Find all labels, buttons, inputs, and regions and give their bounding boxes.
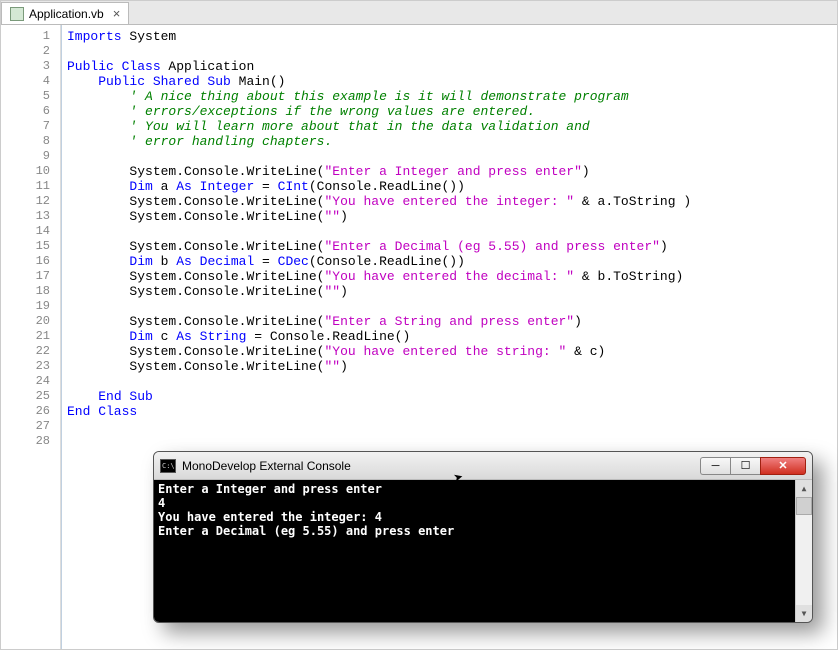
line-number: 20 bbox=[1, 314, 60, 329]
code-line bbox=[67, 419, 837, 434]
code-line: System.Console.WriteLine("") bbox=[67, 209, 837, 224]
line-number: 11 bbox=[1, 179, 60, 194]
line-number: 3 bbox=[1, 59, 60, 74]
line-number: 4 bbox=[1, 74, 60, 89]
line-number: 8 bbox=[1, 134, 60, 149]
console-output[interactable]: Enter a Integer and press enter 4 You ha… bbox=[154, 480, 812, 622]
console-titlebar[interactable]: C:\ MonoDevelop External Console ─ ☐ ✕ bbox=[154, 452, 812, 480]
line-number: 24 bbox=[1, 374, 60, 389]
code-line bbox=[67, 434, 837, 449]
line-number: 6 bbox=[1, 104, 60, 119]
code-line: End Sub bbox=[67, 389, 837, 404]
code-line: System.Console.WriteLine("Enter a Decima… bbox=[67, 239, 837, 254]
vb-file-icon bbox=[10, 7, 24, 21]
code-line: ' error handling chapters. bbox=[67, 134, 837, 149]
code-line: System.Console.WriteLine("You have enter… bbox=[67, 344, 837, 359]
console-line: Enter a Decimal (eg 5.55) and press ente… bbox=[158, 524, 808, 538]
line-number: 15 bbox=[1, 239, 60, 254]
code-line: ' errors/exceptions if the wrong values … bbox=[67, 104, 837, 119]
code-line: System.Console.WriteLine("") bbox=[67, 359, 837, 374]
line-number: 27 bbox=[1, 419, 60, 434]
line-number: 9 bbox=[1, 149, 60, 164]
line-number: 7 bbox=[1, 119, 60, 134]
line-number: 2 bbox=[1, 44, 60, 59]
code-line: Imports System bbox=[67, 29, 837, 44]
console-title: MonoDevelop External Console bbox=[182, 459, 700, 473]
line-number: 17 bbox=[1, 269, 60, 284]
line-number: 19 bbox=[1, 299, 60, 314]
line-number: 22 bbox=[1, 344, 60, 359]
scrollbar[interactable]: ▲ ▼ bbox=[795, 480, 812, 622]
code-line: System.Console.WriteLine("Enter a String… bbox=[67, 314, 837, 329]
line-number: 25 bbox=[1, 389, 60, 404]
code-line: Dim c As String = Console.ReadLine() bbox=[67, 329, 837, 344]
code-line: ' A nice thing about this example is it … bbox=[67, 89, 837, 104]
code-line: System.Console.WriteLine("You have enter… bbox=[67, 194, 837, 209]
window-controls: ─ ☐ ✕ bbox=[700, 457, 806, 475]
code-line: ' You will learn more about that in the … bbox=[67, 119, 837, 134]
line-number: 5 bbox=[1, 89, 60, 104]
tab-bar: Application.vb × bbox=[1, 1, 837, 25]
code-line bbox=[67, 44, 837, 59]
scroll-up-icon[interactable]: ▲ bbox=[796, 480, 812, 497]
line-number: 13 bbox=[1, 209, 60, 224]
scroll-thumb[interactable] bbox=[796, 497, 812, 515]
line-number-gutter: 1 2 3 4 5 6 7 8 9 10 11 12 13 14 15 16 1… bbox=[1, 25, 61, 649]
console-line: Enter a Integer and press enter bbox=[158, 482, 808, 496]
code-line: System.Console.WriteLine("") bbox=[67, 284, 837, 299]
file-tab[interactable]: Application.vb × bbox=[1, 2, 129, 24]
line-number: 10 bbox=[1, 164, 60, 179]
code-line: System.Console.WriteLine("You have enter… bbox=[67, 269, 837, 284]
minimize-button[interactable]: ─ bbox=[700, 457, 730, 475]
code-line: Dim a As Integer = CInt(Console.ReadLine… bbox=[67, 179, 837, 194]
console-line: You have entered the integer: 4 bbox=[158, 510, 808, 524]
line-number: 23 bbox=[1, 359, 60, 374]
line-number: 18 bbox=[1, 284, 60, 299]
code-line: System.Console.WriteLine("Enter a Intege… bbox=[67, 164, 837, 179]
line-number: 14 bbox=[1, 224, 60, 239]
close-icon[interactable]: × bbox=[113, 6, 121, 21]
line-number: 1 bbox=[1, 29, 60, 44]
console-window: C:\ MonoDevelop External Console ─ ☐ ✕ E… bbox=[153, 451, 813, 623]
code-line bbox=[67, 149, 837, 164]
line-number: 21 bbox=[1, 329, 60, 344]
code-line: Dim b As Decimal = CDec(Console.ReadLine… bbox=[67, 254, 837, 269]
code-line bbox=[67, 299, 837, 314]
maximize-button[interactable]: ☐ bbox=[730, 457, 760, 475]
line-number: 26 bbox=[1, 404, 60, 419]
code-line bbox=[67, 374, 837, 389]
line-number: 16 bbox=[1, 254, 60, 269]
code-line: Public Class Application bbox=[67, 59, 837, 74]
code-line bbox=[67, 224, 837, 239]
line-number: 12 bbox=[1, 194, 60, 209]
console-icon: C:\ bbox=[160, 459, 176, 473]
close-button[interactable]: ✕ bbox=[760, 457, 806, 475]
line-number: 28 bbox=[1, 434, 60, 449]
code-line: Public Shared Sub Main() bbox=[67, 74, 837, 89]
console-line: 4 bbox=[158, 496, 808, 510]
tab-filename: Application.vb bbox=[29, 7, 104, 21]
code-line: End Class bbox=[67, 404, 837, 419]
scroll-down-icon[interactable]: ▼ bbox=[796, 605, 812, 622]
